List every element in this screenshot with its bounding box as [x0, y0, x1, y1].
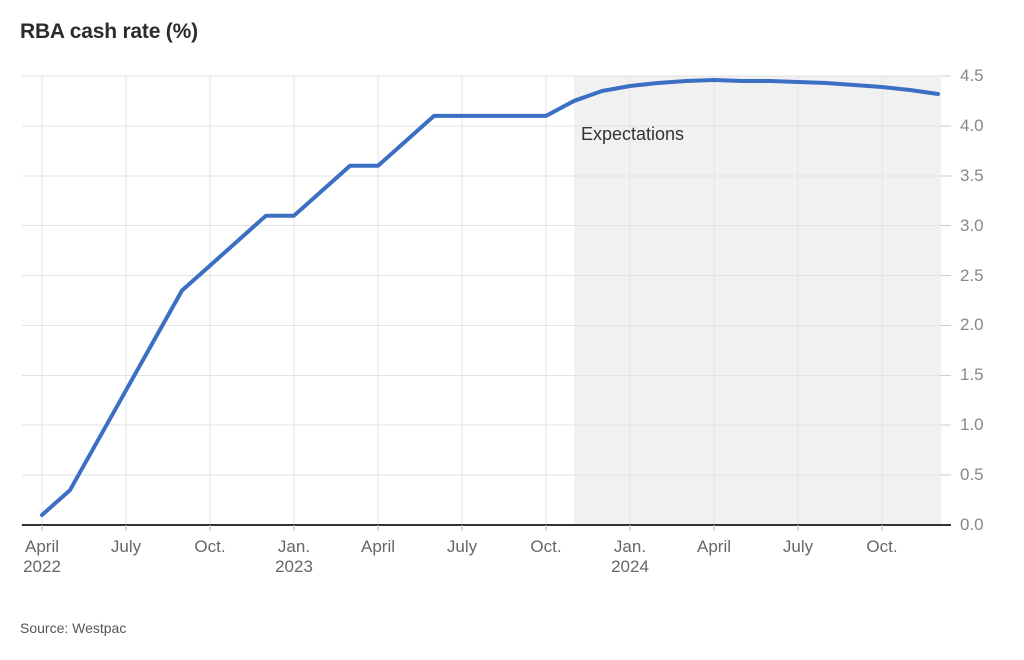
x-axis-label-2-month: Oct. [194, 537, 226, 556]
x-axis-label-9: July [783, 537, 813, 557]
y-axis-label-9: 4.5 [960, 66, 984, 85]
x-axis-label-10-month: Oct. [866, 537, 898, 556]
expectations-annotation-label: Expectations [581, 124, 685, 144]
x-axis-label-0-year: 2022 [23, 557, 61, 577]
x-axis-label-6: Oct. [530, 537, 561, 557]
x-axis-label-8: April [697, 537, 731, 557]
x-axis-label-3: Jan. 2023 [275, 537, 313, 577]
x-axis-label-9-month: July [782, 537, 814, 556]
y-axis-label-4: 2.0 [960, 315, 984, 335]
x-axis-label-4-month: April [360, 537, 396, 556]
y-axis-label-7: 3.5 [960, 165, 984, 185]
y-axis-label-2: 1.0 [960, 415, 984, 435]
x-axis-label-7-month: Jan. [613, 537, 647, 556]
x-axis-label-0-month: April [24, 537, 60, 556]
y-axis-label-8: 4.0 [960, 115, 984, 135]
x-axis-label-3-month: Jan. [277, 537, 311, 556]
chart-container: RBA cash rate (%) 0.0 0.5 1.0 1.5 2.0 2.… [0, 0, 1024, 660]
x-axis-label-1-month: July [110, 537, 142, 556]
x-axis-label-5-month: July [446, 537, 478, 556]
y-axis-label-0: 0.0 [960, 515, 984, 534]
chart-plot-area [22, 75, 951, 531]
y-axis-label-5: 2.5 [960, 265, 984, 285]
x-axis-label-1: July [111, 537, 141, 557]
x-axis-label-4: April [361, 537, 395, 557]
y-axis-label-6: 3.0 [960, 215, 984, 235]
x-axis-label-8-month: April [696, 537, 732, 556]
x-axis-label-0: April 2022 [23, 537, 61, 577]
y-axis-label-3: 1.5 [960, 365, 984, 385]
x-axis-label-2: Oct. [194, 537, 225, 557]
y-axis-tick-marks [941, 75, 951, 476]
source-note: Source: Westpac [20, 620, 127, 636]
x-axis-label-10: Oct. [866, 537, 897, 557]
x-axis-label-3-year: 2023 [275, 557, 313, 577]
y-axis-label-1: 0.5 [960, 465, 984, 485]
x-axis-label-7: Jan. 2024 [611, 537, 649, 577]
x-axis-label-5: July [447, 537, 477, 557]
x-axis-label-6-month: Oct. [530, 537, 562, 556]
x-axis-label-7-year: 2024 [611, 557, 649, 577]
